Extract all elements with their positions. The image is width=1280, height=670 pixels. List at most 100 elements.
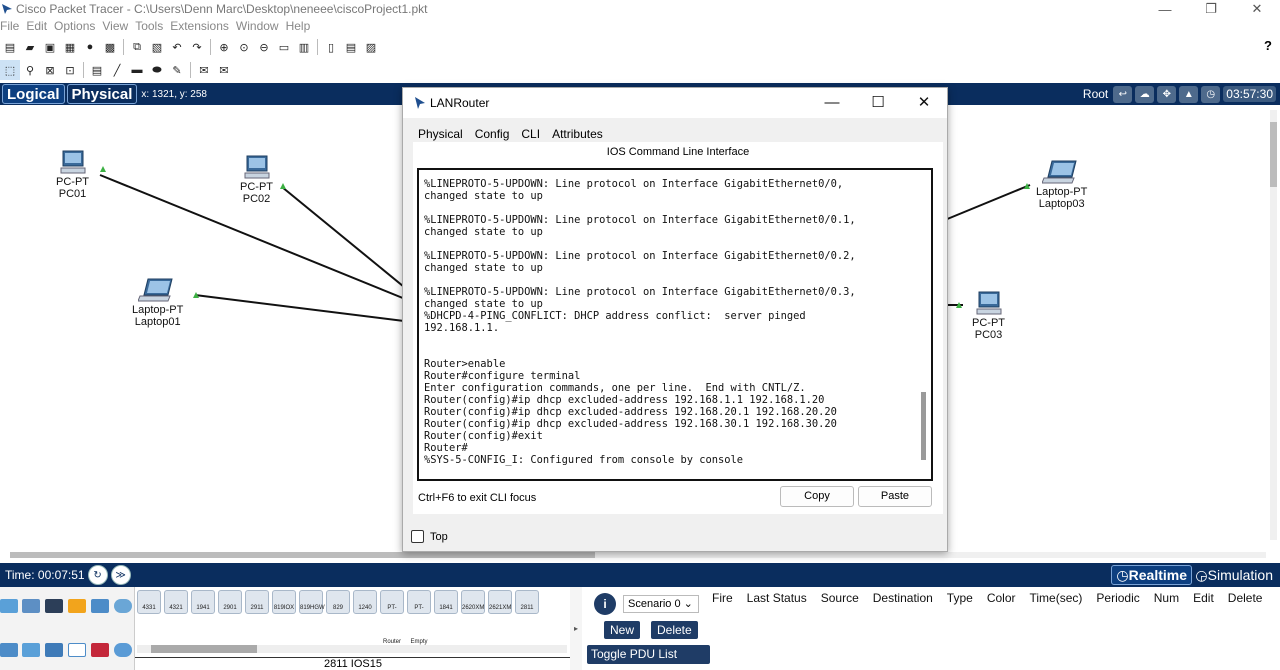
move-object-icon[interactable]: ✥ — [1157, 85, 1177, 103]
complex-pdu-icon[interactable]: ✉ — [214, 60, 234, 80]
zoom-out-icon[interactable]: ⊖ — [254, 37, 274, 57]
checkbox-box[interactable] — [411, 530, 424, 543]
model-4321[interactable]: 4321 — [164, 590, 188, 614]
model-819iox[interactable]: 819IOX — [272, 590, 296, 614]
workspace-vertical-scrollbar[interactable] — [1270, 110, 1277, 540]
model-2811[interactable]: 2811 — [515, 590, 539, 614]
security-icon[interactable] — [91, 643, 109, 657]
scrollbar-thumb[interactable] — [1270, 122, 1277, 187]
multiuser-icon[interactable] — [114, 599, 132, 613]
background-icon[interactable]: ▲ — [1179, 85, 1199, 103]
network-devices-icon[interactable] — [0, 599, 18, 613]
simulation-mode-button[interactable]: ◶ Simulation — [1192, 565, 1276, 585]
model-1841[interactable]: 1841 — [434, 590, 458, 614]
miscellaneous-icon[interactable] — [91, 599, 109, 613]
panel-splitter[interactable]: ▸ — [570, 587, 582, 670]
device-laptop03[interactable]: Laptop-PT Laptop03 — [1036, 159, 1087, 210]
viewport-clock-icon[interactable]: ◷ — [1201, 85, 1221, 103]
scenario-select[interactable]: Scenario 0 ⌄ — [623, 595, 699, 613]
link-pc02[interactable] — [281, 186, 421, 301]
drawing-palette-icon[interactable]: ▭ — [274, 37, 294, 57]
freeform-icon[interactable]: ✎ — [167, 60, 187, 80]
device-laptop01[interactable]: Laptop-PT Laptop01 — [132, 277, 183, 328]
delete-icon[interactable]: ⊠ — [40, 60, 60, 80]
menu-window[interactable]: Window — [236, 19, 286, 35]
workspace-horizontal-scrollbar[interactable] — [10, 552, 1266, 558]
delete-scenario-button[interactable]: Delete — [651, 621, 698, 639]
scrollbar-thumb[interactable] — [10, 552, 595, 558]
paste-button[interactable]: Paste — [858, 486, 932, 507]
scrollbar-thumb[interactable] — [151, 645, 257, 653]
link-laptop03[interactable] — [939, 184, 1031, 223]
menu-view[interactable]: View — [102, 19, 135, 35]
custom-device-icon[interactable]: ▥ — [294, 37, 314, 57]
model-list-scrollbar[interactable] — [137, 645, 567, 653]
scrollbar-thumb[interactable] — [921, 392, 926, 460]
back-icon[interactable]: ↩ — [1113, 85, 1133, 103]
menu-tools[interactable]: Tools — [135, 19, 170, 35]
ellipse-icon[interactable]: ⬬ — [147, 60, 167, 80]
zoom-in-icon[interactable]: ⊕ — [214, 37, 234, 57]
toggle-pdu-list-button[interactable]: Toggle PDU List Window — [587, 645, 710, 670]
rectangle-icon[interactable]: ▬ — [127, 60, 147, 80]
link-laptop01[interactable] — [194, 294, 421, 324]
model-1941[interactable]: 1941 — [191, 590, 215, 614]
paste-icon[interactable]: ▧ — [147, 37, 167, 57]
close-icon[interactable]: ✕ — [901, 88, 947, 116]
switches-icon[interactable] — [22, 643, 40, 657]
routers-icon[interactable] — [0, 643, 18, 657]
line-icon[interactable]: ╱ — [107, 60, 127, 80]
logical-view-button[interactable]: Logical — [2, 84, 65, 104]
new-file-icon[interactable]: ▤ — [0, 37, 20, 57]
model-2620xm[interactable]: 2620XM — [461, 590, 485, 614]
undo-icon[interactable]: ↶ — [167, 37, 187, 57]
end-devices-icon[interactable] — [22, 599, 40, 613]
model-2621xm[interactable]: 2621XM — [488, 590, 512, 614]
model-pt-router[interactable]: PT-Router — [380, 590, 404, 645]
menu-options[interactable]: Options — [54, 19, 102, 35]
model-819hgw[interactable]: 819HGW — [299, 590, 325, 614]
minimize-icon[interactable]: — — [809, 88, 855, 116]
model-2901[interactable]: 2901 — [218, 590, 242, 614]
maximize-icon[interactable]: ☐ — [855, 88, 901, 116]
components-icon[interactable] — [45, 599, 63, 613]
cli-scrollbar[interactable] — [920, 170, 928, 479]
restore-icon[interactable]: ❐ — [1188, 0, 1234, 18]
menu-extensions[interactable]: Extensions — [170, 19, 236, 35]
simple-pdu-icon[interactable]: ✉ — [194, 60, 214, 80]
close-icon[interactable]: ✕ — [1234, 0, 1280, 18]
wireless-devices-icon[interactable] — [68, 643, 86, 657]
model-829[interactable]: 829 — [326, 590, 350, 614]
select-icon[interactable]: ⬚ — [0, 60, 20, 80]
inspect-icon[interactable]: ⚲ — [20, 60, 40, 80]
copy-button[interactable]: Copy — [780, 486, 854, 507]
viewport-icon[interactable]: ▯ — [321, 37, 341, 57]
device-pc03[interactable]: PC-PT PC03 — [972, 290, 1005, 341]
new-scenario-button[interactable]: New — [604, 621, 641, 639]
pdu-icon[interactable]: ▤ — [341, 37, 361, 57]
cli-output[interactable]: %LINEPROTO-5-UPDOWN: Line protocol on In… — [424, 178, 919, 466]
minimize-icon[interactable]: — — [1142, 0, 1188, 18]
info-icon[interactable]: i — [594, 593, 616, 615]
zoom-reset-icon[interactable]: ⊙ — [234, 37, 254, 57]
model-1240[interactable]: 1240 — [353, 590, 377, 614]
menu-file[interactable]: File — [0, 19, 26, 35]
dialog-title-bar[interactable]: LANRouter — ☐ ✕ — [403, 88, 947, 118]
fast-forward-icon[interactable]: ≫ — [110, 565, 131, 585]
device-pc02[interactable]: PC-PT PC02 — [240, 154, 273, 205]
copy-icon[interactable]: ⧉ — [127, 37, 147, 57]
redo-icon[interactable]: ↷ — [187, 37, 207, 57]
wan-emulation-icon[interactable] — [114, 643, 132, 657]
menu-help[interactable]: Help — [286, 19, 318, 35]
model-4331[interactable]: 4331 — [137, 590, 161, 614]
model-pt-empty[interactable]: PT-Empty — [407, 590, 431, 645]
cluster-icon[interactable]: ☁ — [1135, 85, 1155, 103]
top-checkbox[interactable]: Top — [411, 530, 448, 543]
connections-icon[interactable] — [68, 599, 86, 613]
image-icon[interactable]: ▨ — [361, 37, 381, 57]
cli-terminal[interactable]: %LINEPROTO-5-UPDOWN: Line protocol on In… — [417, 168, 933, 481]
device-pc01[interactable]: PC-PT PC01 — [56, 149, 89, 200]
hubs-icon[interactable] — [45, 643, 63, 657]
open-folder-icon[interactable]: ▰ — [20, 37, 40, 57]
note-icon[interactable]: ▤ — [87, 60, 107, 80]
